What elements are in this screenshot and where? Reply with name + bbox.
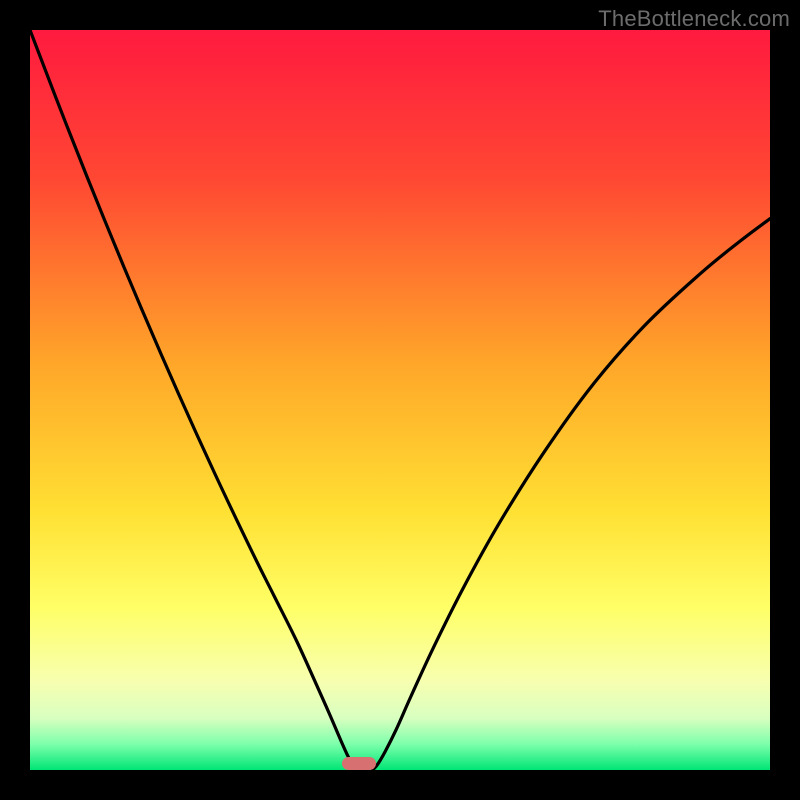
bottleneck-marker bbox=[342, 757, 376, 770]
watermark-text: TheBottleneck.com bbox=[598, 6, 790, 32]
chart-frame: TheBottleneck.com bbox=[0, 0, 800, 800]
left-curve bbox=[30, 30, 358, 770]
right-curve bbox=[373, 219, 770, 770]
curves-layer bbox=[30, 30, 770, 770]
plot-area bbox=[30, 30, 770, 770]
